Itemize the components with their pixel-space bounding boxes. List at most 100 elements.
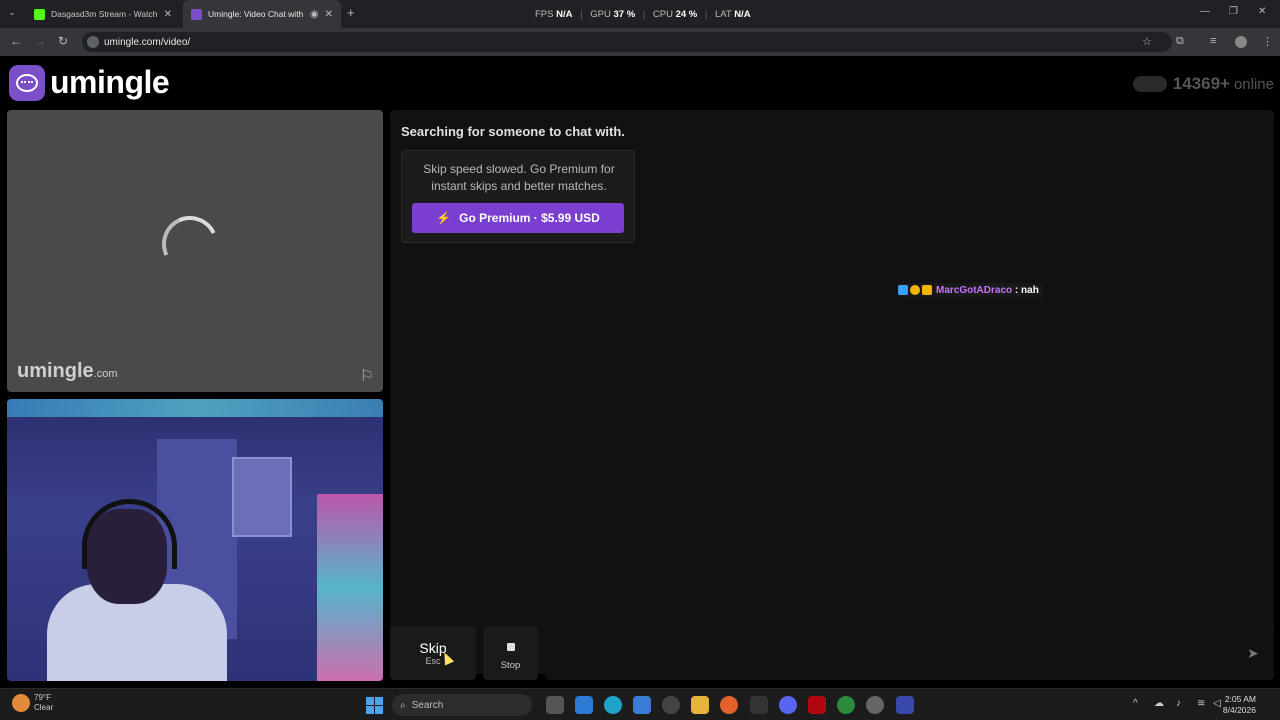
remote-video: umingle.com ⚐ [7, 110, 383, 392]
chat-text: nah [1021, 284, 1039, 296]
badge-icon [922, 285, 932, 295]
online-count: 14369+ [1172, 74, 1230, 93]
browser-tab-bar: ⌄ Dasgasd3m Stream - Watch Live ✕ Umingl… [0, 0, 1280, 28]
forward-icon[interactable]: → [34, 34, 46, 48]
cpu-label: CPU [652, 9, 673, 20]
online-toggle[interactable] [1132, 76, 1167, 92]
skip-label: Skip [419, 640, 447, 656]
weather-desc: Clear [34, 703, 54, 712]
badge-icon [910, 285, 920, 295]
store-icon[interactable] [633, 696, 651, 714]
umingle-logo[interactable]: umingle [9, 64, 170, 101]
separator: | [704, 9, 708, 20]
fps-label: FPS [535, 9, 554, 20]
premium-promo: Skip speed slowed. Go Premium for instan… [401, 150, 635, 243]
separator: | [642, 9, 646, 20]
lightning-icon: ⚡ [436, 211, 452, 225]
taskbar-search[interactable]: ⌕ Search [392, 694, 532, 716]
message-input[interactable] [545, 626, 1274, 680]
tab-title: Umingle: Video Chat with St [208, 9, 304, 19]
chat-username: MarcGotADraco [936, 284, 1013, 296]
wifi-icon[interactable]: ≋ [1197, 698, 1205, 709]
umingle-favicon-icon [191, 8, 202, 20]
watermark-domain: .com [93, 368, 118, 380]
weather-temp: 79°F [34, 693, 51, 702]
app-icon[interactable] [896, 696, 914, 714]
weather-icon [12, 694, 30, 712]
online-counter: 14369+ online [1132, 74, 1274, 94]
onedrive-icon[interactable]: ☁ [1154, 698, 1164, 709]
weather-widget[interactable]: 79°F Clear [12, 693, 53, 713]
window-close-icon[interactable]: ✕ [1258, 6, 1266, 17]
tab-stream[interactable]: Dasgasd3m Stream - Watch Live ✕ [26, 0, 180, 28]
skip-button[interactable]: Skip Esc [390, 626, 476, 680]
kick-favicon-icon [34, 8, 45, 20]
umingle-page: umingle 14369+ online umingle.com ⚐ Sear… [0, 56, 1280, 688]
search-icon: ⌕ [400, 699, 406, 711]
send-icon[interactable]: ➤ [1247, 645, 1259, 662]
stream-chat-message: MarcGotADraco : nah [898, 283, 1043, 297]
separator: | [580, 9, 583, 20]
audio-icon[interactable]: ◉ [310, 9, 319, 20]
minimize-icon[interactable]: — [1200, 6, 1210, 17]
stop-icon [506, 643, 515, 651]
close-icon[interactable]: ✕ [325, 9, 333, 20]
url-field[interactable]: umingle.com/video/ [82, 32, 1172, 52]
chat-panel: Searching for someone to chat with. Skip… [390, 110, 1274, 674]
gpu-label: GPU [590, 9, 611, 20]
report-flag-icon[interactable]: ⚐ [360, 366, 374, 386]
volume-icon[interactable]: ◁ [1213, 698, 1221, 709]
stop-label: Stop [500, 660, 521, 671]
webcam-scene [7, 399, 383, 417]
chat-status: Searching for someone to chat with. [401, 124, 625, 139]
reload-icon[interactable]: ↻ [58, 34, 68, 48]
profile-avatar[interactable] [1235, 36, 1247, 48]
gpu-value: 37 % [613, 9, 636, 20]
lat-value: N/A [734, 9, 751, 20]
tab-umingle[interactable]: Umingle: Video Chat with St ◉ ✕ [183, 0, 341, 28]
settings-icon[interactable] [866, 696, 884, 714]
webcam-scene [232, 457, 292, 537]
firefox-icon[interactable] [720, 696, 738, 714]
online-label: online [1233, 75, 1274, 93]
task-view-icon[interactable] [546, 696, 564, 714]
tray-chevron-icon[interactable]: ^ [1133, 698, 1138, 709]
new-tab-button[interactable]: + [347, 5, 355, 20]
skip-shortcut: Esc [425, 656, 441, 666]
epic-games-icon[interactable] [750, 696, 768, 714]
microphone-icon[interactable]: ♪ [1176, 698, 1181, 709]
start-windows-icon[interactable] [366, 697, 383, 714]
menu-icon[interactable]: ⋮ [1262, 35, 1273, 48]
extensions-icon[interactable]: ⧉ [1176, 35, 1184, 48]
netflix-icon[interactable] [808, 696, 826, 714]
bookmark-star-icon[interactable]: ☆ [1142, 35, 1152, 48]
edge-icon[interactable] [604, 696, 622, 714]
tab-search-icon[interactable]: ⌄ [4, 7, 20, 21]
windows-taskbar: 79°F Clear ⌕ Search ^ ☁ ♪ ≋ ◁ 2:05 AM 8/… [0, 688, 1280, 720]
cpu-value: 24 % [675, 9, 698, 20]
chat-separator: : [1012, 284, 1022, 296]
search-label: Search [411, 699, 444, 711]
restore-icon[interactable]: ❐ [1229, 6, 1238, 17]
tab-title: Dasgasd3m Stream - Watch Live [51, 9, 158, 19]
chatgpt-icon[interactable] [662, 696, 680, 714]
site-info-icon[interactable] [87, 36, 99, 48]
taskbar-clock[interactable]: 2:05 AM 8/4/2026 [1223, 694, 1256, 716]
file-explorer-icon[interactable] [691, 696, 709, 714]
chrome-icon[interactable] [837, 696, 855, 714]
premium-message: Skip speed slowed. Go Premium for instan… [423, 162, 615, 193]
go-premium-button[interactable]: ⚡ Go Premium · $5.99 USD [412, 203, 624, 233]
fps-value: N/A [556, 9, 573, 20]
back-icon[interactable]: ← [10, 34, 22, 48]
self-video [7, 399, 383, 681]
media-icon[interactable]: ≡ [1210, 35, 1216, 47]
close-icon[interactable]: ✕ [164, 9, 172, 20]
url-text: umingle.com/video/ [104, 36, 191, 48]
loading-spinner-icon [154, 208, 226, 280]
clock-time: 2:05 AM [1224, 694, 1256, 704]
mail-icon[interactable] [575, 696, 593, 714]
webcam-scene [317, 494, 383, 681]
discord-icon[interactable] [779, 696, 797, 714]
stop-button[interactable]: Stop [483, 626, 538, 680]
logo-text: umingle [50, 64, 170, 100]
